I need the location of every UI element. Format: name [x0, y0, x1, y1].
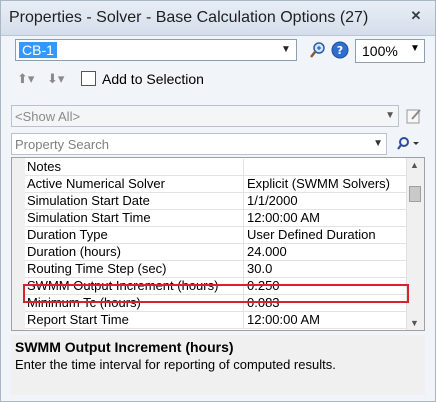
element-combo[interactable]: CB-1 ▼: [15, 39, 297, 61]
svg-text:?: ?: [337, 44, 343, 57]
property-value[interactable]: 12:00:00 AM: [247, 312, 320, 327]
property-value[interactable]: 1/1/2000: [247, 193, 298, 208]
property-name: Notes: [27, 159, 244, 175]
property-name: SWMM Output Increment (hours): [27, 278, 244, 294]
table-row[interactable]: Simulation Start Date 1/1/2000: [25, 192, 408, 210]
search-icon[interactable]: [393, 133, 423, 155]
property-name: Simulation Start Time: [27, 210, 244, 226]
property-name: Routing Time Step (sec): [27, 261, 244, 277]
table-row[interactable]: Report Start Time 12:00:00 AM: [25, 311, 408, 329]
chevron-down-icon[interactable]: ▼: [385, 110, 395, 121]
zoom-value: 100%: [362, 43, 398, 59]
vertical-scrollbar[interactable]: ▲ ▼: [406, 158, 424, 330]
property-name: Active Numerical Solver: [27, 176, 244, 192]
description-title: SWMM Output Increment (hours): [15, 339, 234, 355]
scroll-thumb[interactable]: [409, 186, 421, 202]
element-combo-value: CB-1: [19, 42, 57, 58]
table-row[interactable]: Duration Type User Defined Duration: [25, 226, 408, 244]
chevron-down-icon[interactable]: ▼: [408, 43, 422, 54]
table-row[interactable]: Simulation Start Time 12:00:00 AM: [25, 209, 408, 227]
filter-select[interactable]: <Show All> ▼: [11, 105, 399, 127]
description-text: Enter the time interval for reporting of…: [15, 357, 336, 372]
scroll-up-icon[interactable]: ▲: [410, 160, 419, 170]
property-value[interactable]: 0.083: [247, 295, 280, 310]
back-arrow-icon[interactable]: ⬆▾: [17, 71, 43, 89]
edit-icon[interactable]: [405, 107, 423, 125]
property-name: Duration Type: [27, 227, 244, 243]
forward-arrow-icon[interactable]: ⬇▾: [47, 71, 73, 89]
property-name: Duration (hours): [27, 244, 244, 260]
grid-gutter: [12, 158, 25, 330]
chevron-down-icon[interactable]: ▼: [278, 41, 294, 59]
property-grid: Notes Active Numerical Solver Explicit (SW…: [11, 157, 425, 331]
table-row[interactable]: Duration (hours) 24.000: [25, 243, 408, 261]
property-value[interactable]: User Defined Duration: [247, 227, 376, 242]
table-row[interactable]: Notes: [25, 158, 408, 176]
property-value[interactable]: 0.250: [247, 278, 280, 293]
table-row[interactable]: Routing Time Step (sec) 30.0: [25, 260, 408, 278]
add-to-selection-checkbox[interactable]: [81, 71, 96, 86]
table-row[interactable]: Active Numerical Solver Explicit (SWMM So…: [25, 175, 408, 193]
table-row[interactable]: Minimum Tc (hours) 0.083: [25, 294, 408, 312]
help-icon[interactable]: ?: [331, 41, 349, 59]
search-input[interactable]: Property Search ▼: [11, 133, 387, 155]
property-name: Minimum Tc (hours): [27, 295, 244, 311]
property-name: Simulation Start Date: [27, 193, 244, 209]
title-bar: Properties - Solver - Base Calculation O…: [1, 1, 435, 36]
close-icon[interactable]: ✕: [409, 9, 423, 23]
property-name: Report Start Time: [27, 312, 244, 328]
scroll-down-icon[interactable]: ▼: [410, 318, 419, 328]
window-title: Properties - Solver - Base Calculation O…: [9, 9, 369, 26]
table-row[interactable]: SWMM Output Increment (hours) 0.250: [25, 277, 408, 295]
zoom-to-element-icon[interactable]: [309, 41, 327, 59]
property-value[interactable]: 30.0: [247, 261, 272, 276]
properties-window: Properties - Solver - Base Calculation O…: [0, 0, 436, 402]
filter-value: <Show All>: [15, 109, 81, 124]
search-placeholder: Property Search: [15, 137, 109, 152]
property-value[interactable]: 24.000: [247, 244, 287, 259]
zoom-select[interactable]: 100% ▼: [355, 39, 425, 63]
add-to-selection-label: Add to Selection: [102, 71, 204, 87]
description-panel: SWMM Output Increment (hours) Enter the …: [11, 335, 425, 395]
chevron-down-icon[interactable]: ▼: [373, 138, 383, 149]
property-value[interactable]: 12:00:00 AM: [247, 210, 320, 225]
property-value[interactable]: Explicit (SWMM Solvers): [247, 176, 390, 191]
